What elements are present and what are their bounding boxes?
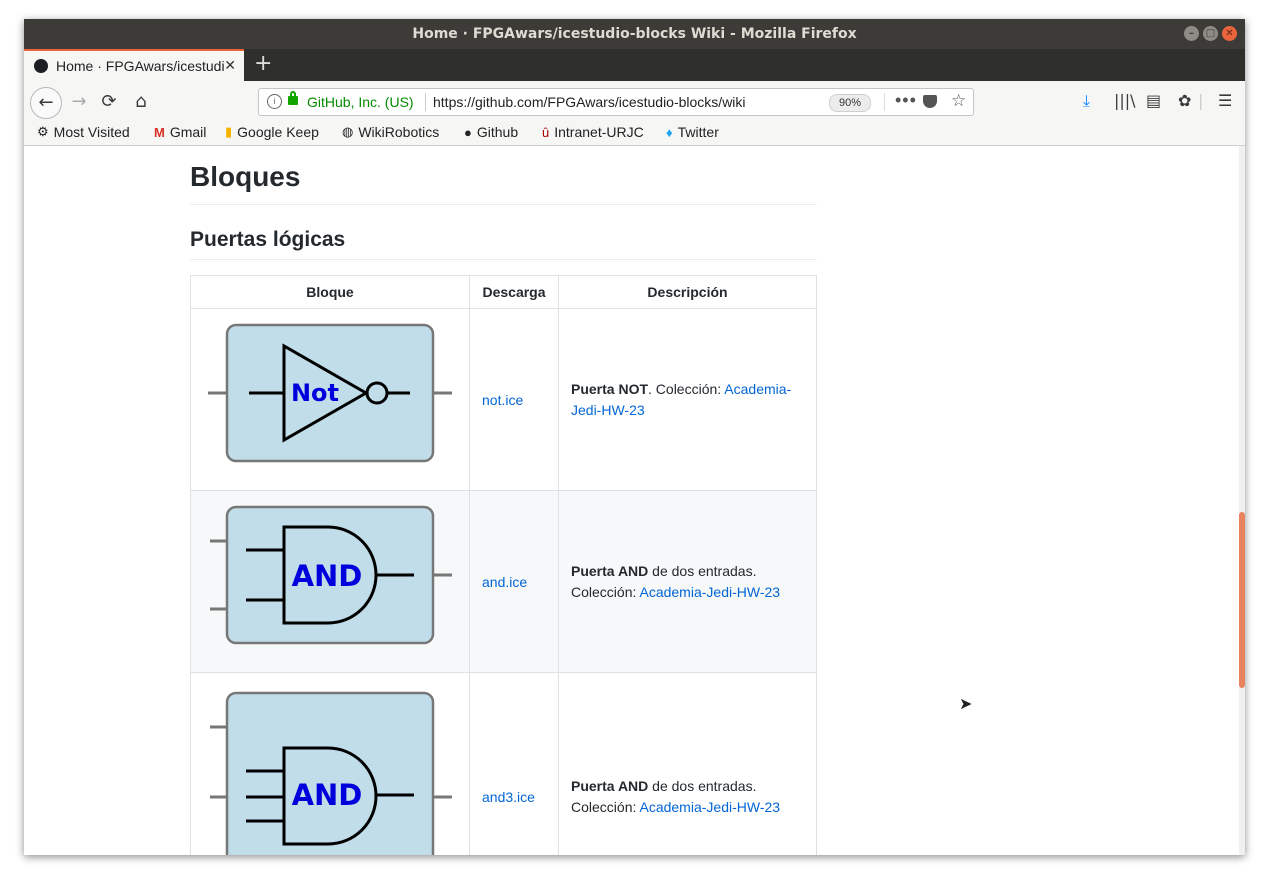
pocket-icon[interactable] (923, 95, 937, 108)
collection-link[interactable]: Academia-Jedi-HW-23 (639, 584, 780, 600)
twitter-icon: ♦ (666, 124, 673, 140)
section-heading: Puertas lógicas (190, 228, 346, 251)
reload-button[interactable]: ⟳ (94, 87, 124, 117)
gmail-icon: M (154, 124, 165, 140)
description-cell: Puerta NOT. Colección: Academia-Jedi-HW-… (558, 308, 817, 491)
window-controls: – □ ✕ (1184, 26, 1237, 41)
column-header: Bloque (190, 275, 470, 309)
table-row: AND and3.ice Puerta AND de dos entradas.… (190, 672, 817, 855)
mouse-cursor-icon: ➤ (959, 694, 973, 713)
gate-label: Not (291, 379, 339, 407)
bookmark-most-visited[interactable]: ⚙ Most Visited (37, 124, 130, 140)
zoom-indicator[interactable]: 90% (829, 94, 871, 112)
download-link-not[interactable]: not.ice (482, 392, 523, 408)
block-image-cell: Not (190, 308, 470, 491)
url-text[interactable]: https://github.com/FPGAwars/icestudio-bl… (433, 94, 746, 110)
bookmark-gmail[interactable]: M Gmail (154, 124, 206, 140)
minimize-button[interactable]: – (1184, 26, 1199, 41)
bookmark-github[interactable]: ● Github (464, 124, 518, 140)
sidebar-icon[interactable]: ▤ (1146, 91, 1161, 110)
tab-title: Home · FPGAwars/icestudio-blocks Wiki (56, 58, 224, 74)
collection-link[interactable]: Academia-Jedi-HW-23 (639, 799, 780, 815)
url-separator (425, 93, 426, 111)
description-title: Puerta AND (571, 778, 649, 794)
column-header: Descripción (558, 275, 817, 309)
bookmark-label: Google Keep (237, 124, 319, 140)
description-title: Puerta AND (571, 562, 649, 579)
download-cell: and.ice (469, 490, 559, 673)
description-title: Puerta NOT (571, 380, 649, 397)
page-actions-icon[interactable]: ••• (895, 90, 917, 111)
download-link-and[interactable]: and.ice (482, 574, 527, 590)
description-cell: Puerta AND de dos entradas. Colección: A… (558, 490, 817, 673)
url-bar[interactable]: i GitHub, Inc. (US) https://github.com/F… (258, 88, 974, 116)
bookmark-intranet-urjc[interactable]: ȗ Intranet-URJC (542, 124, 644, 140)
back-button[interactable]: ← (30, 87, 62, 119)
page-heading: Bloques (190, 161, 301, 192)
site-identity[interactable]: GitHub, Inc. (US) (307, 94, 414, 110)
github-icon (34, 59, 48, 73)
gear-icon: ⚙ (37, 124, 49, 139)
navigation-bar: ← → ⟳ ⌂ i GitHub, Inc. (US) https://gith… (24, 81, 1245, 123)
table-row: Not not.ice Puerta NOT. Colección: Acade… (190, 308, 817, 491)
lock-icon (288, 91, 298, 105)
forward-button[interactable]: → (64, 87, 94, 117)
bookmark-label: Github (476, 124, 519, 140)
url-divider (884, 93, 885, 111)
table-header-row: Bloque Descarga Descripción (190, 275, 817, 309)
menu-icon[interactable]: ☰ (1218, 91, 1232, 110)
bookmark-star-icon[interactable]: ☆ (951, 91, 966, 111)
scrollbar-thumb[interactable] (1239, 512, 1245, 688)
page-content: Bloques Puertas lógicas Bloque Descarga … (24, 146, 1245, 855)
window-title: Home · FPGAwars/icestudio-blocks Wiki - … (412, 26, 857, 42)
gate-label: AND (292, 778, 363, 812)
bookmark-twitter[interactable]: ♦ Twitter (666, 124, 719, 140)
bookmark-wikirobotics[interactable]: ◍ WikiRobotics (342, 124, 439, 140)
and-gate-block-image[interactable]: AND (191, 491, 469, 669)
description-text: . Colección: (648, 380, 725, 397)
globe-icon: ◍ (342, 124, 354, 139)
bookmark-google-keep[interactable]: ▮ Google Keep (225, 124, 319, 140)
blocks-table: Bloque Descarga Descripción Not not.ice … (190, 275, 817, 855)
urjc-icon: ȗ (542, 124, 550, 140)
keep-icon: ▮ (225, 124, 233, 139)
section-divider (190, 259, 817, 260)
block-image-cell: AND (190, 672, 470, 855)
bookmarks-toolbar: ⚙ Most Visited M Gmail ▮ Google Keep ◍ W… (24, 123, 1245, 146)
tab-strip: Home · FPGAwars/icestudio-blocks Wiki ✕ … (24, 49, 1245, 81)
new-tab-button[interactable]: + (254, 51, 272, 76)
library-icon[interactable]: |||\ (1114, 91, 1136, 110)
and3-gate-block-image[interactable]: AND (191, 673, 469, 855)
bookmark-label: Intranet-URJC (554, 124, 644, 140)
home-button[interactable]: ⌂ (126, 87, 156, 117)
description-cell: Puerta AND de dos entradas. Colección: A… (558, 672, 817, 855)
close-window-button[interactable]: ✕ (1222, 26, 1237, 41)
download-cell: and3.ice (469, 672, 559, 855)
github-icon: ● (464, 124, 472, 140)
heading-divider (190, 204, 817, 205)
gnome-icon[interactable]: ✿ (1178, 91, 1191, 110)
toolbar-separator: | (1198, 91, 1204, 110)
download-icon[interactable]: ⤓ (1083, 91, 1090, 111)
info-icon[interactable]: i (267, 94, 282, 109)
table-row: AND and.ice Puerta AND de dos entradas. … (190, 490, 817, 673)
column-header: Descarga (469, 275, 559, 309)
not-gate-block-image[interactable]: Not (191, 309, 469, 487)
bookmark-label: Gmail (169, 124, 207, 140)
browser-window: Home · FPGAwars/icestudio-blocks Wiki - … (24, 19, 1245, 855)
window-titlebar: Home · FPGAwars/icestudio-blocks Wiki - … (24, 19, 1245, 49)
close-tab-icon[interactable]: ✕ (224, 57, 236, 74)
tab-home-wiki[interactable]: Home · FPGAwars/icestudio-blocks Wiki ✕ (24, 49, 244, 81)
bookmark-label: Most Visited (53, 124, 130, 140)
gate-label: AND (292, 559, 363, 593)
bookmark-label: WikiRobotics (358, 124, 440, 140)
block-image-cell: AND (190, 490, 470, 673)
download-cell: not.ice (469, 308, 559, 491)
bookmark-label: Twitter (677, 124, 719, 140)
download-link-and3[interactable]: and3.ice (482, 789, 535, 805)
maximize-button[interactable]: □ (1203, 26, 1218, 41)
page-scrollbar[interactable] (1239, 146, 1245, 855)
